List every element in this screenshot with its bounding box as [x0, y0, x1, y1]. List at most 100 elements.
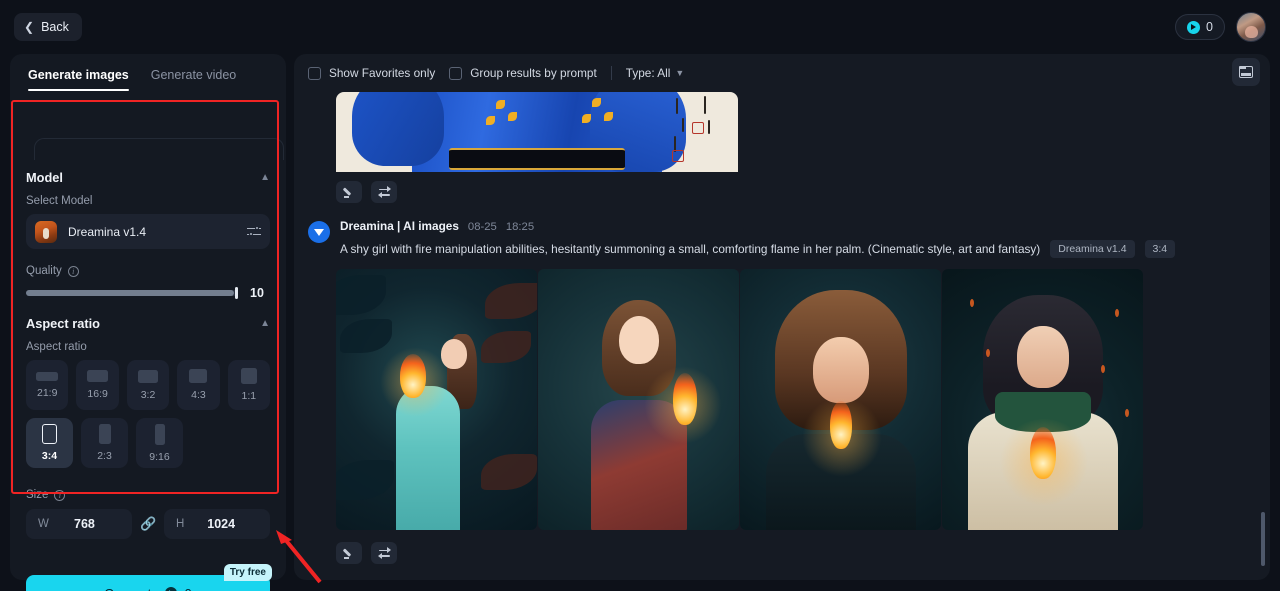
model-section-header[interactable]: Model ▲	[26, 154, 270, 195]
back-button[interactable]: ❮ Back	[14, 13, 82, 41]
result-prompt-text: A shy girl with fire manipulation abilit…	[340, 242, 1041, 256]
aspect-ratio-label: 3:2	[140, 388, 156, 401]
aspect-ratio-glyph	[42, 424, 57, 444]
gallery-view-button[interactable]	[1232, 58, 1260, 86]
previous-result-image[interactable]	[336, 92, 738, 172]
quality-value: 10	[250, 286, 264, 300]
vertical-scrollbar[interactable]	[1261, 512, 1265, 566]
regenerate-button[interactable]	[371, 181, 397, 203]
aspect-ratio-4-3[interactable]: 4:3	[177, 360, 220, 410]
aspect-ratio-16-9[interactable]: 16:9	[76, 360, 119, 410]
aspect-ratio-label: 9:16	[149, 450, 170, 463]
credit-coin-icon	[1187, 20, 1201, 34]
regenerate-button[interactable]	[371, 542, 397, 564]
type-filter-dropdown[interactable]: Type: All ▼	[626, 66, 685, 80]
gallery-icon	[1238, 65, 1253, 78]
aspect-ratio-label: 2:3	[97, 450, 112, 462]
flame	[1030, 427, 1056, 479]
results-scroll-area[interactable]: Dreamina | AI images 08-25 18:25 A shy g…	[294, 92, 1270, 580]
calligraphy-stroke	[676, 98, 678, 114]
aspect-ratio-label: 3:4	[41, 450, 58, 462]
show-favorites-label: Show Favorites only	[329, 66, 436, 80]
link-ratio-icon[interactable]: 🔗	[140, 516, 156, 532]
aspect-ratio-1-1[interactable]: 1:1	[227, 360, 271, 410]
width-value: 768	[74, 517, 95, 531]
generated-image-3[interactable]	[740, 269, 941, 530]
left-panel: Generate images Generate video Model ▲ S…	[10, 54, 286, 591]
regenerate-icon	[377, 186, 391, 198]
info-icon[interactable]: i	[54, 489, 66, 501]
aspect-ratio-glyph	[98, 424, 111, 444]
info-icon[interactable]: i	[67, 265, 79, 277]
aspect-ratio-9-16[interactable]: 9:16	[136, 418, 183, 468]
panel-tabs: Generate images Generate video	[10, 54, 286, 91]
toolbar-divider	[610, 66, 612, 80]
aspect-section-title: Aspect ratio	[26, 316, 100, 331]
height-field[interactable]: H 1024	[164, 509, 270, 539]
ember	[970, 299, 974, 307]
tab-generate-images[interactable]: Generate images	[28, 68, 129, 91]
quality-slider-handle[interactable]	[235, 287, 238, 299]
app-header: ❮ Back 0	[0, 0, 1280, 54]
generated-image-4[interactable]	[942, 269, 1143, 530]
tab-generate-video[interactable]: Generate video	[151, 68, 236, 91]
gold-petal	[496, 100, 505, 109]
foliage-leaf	[485, 283, 537, 319]
aspect-section-header[interactable]: Aspect ratio ▲	[26, 300, 270, 341]
model-section-title: Model	[26, 170, 63, 185]
results-panel: Show Favorites only Group results by pro…	[294, 54, 1270, 580]
result-date: 08-25	[467, 221, 497, 233]
generated-image-1[interactable]	[336, 269, 537, 530]
flame	[400, 354, 426, 398]
aspect-ratio-glyph	[240, 368, 257, 384]
chevron-up-icon: ▲	[260, 317, 270, 329]
credits-count: 0	[1206, 20, 1213, 34]
pencil-icon	[343, 547, 355, 559]
ember	[986, 349, 990, 357]
model-thumbnail	[35, 220, 57, 243]
quality-slider-fill	[26, 290, 234, 296]
group-by-prompt-checkbox[interactable]: Group results by prompt	[449, 66, 597, 80]
aspect-ratio-3-2[interactable]: 3:2	[126, 360, 170, 410]
height-value: 1024	[207, 517, 236, 531]
try-free-badge: Try free	[223, 564, 272, 581]
gold-petal	[604, 112, 613, 121]
aspect-ratio-glyph	[154, 423, 165, 445]
panel-body: Model ▲ Select Model Dreamina v1.4 Quali…	[10, 154, 286, 539]
ember	[1115, 309, 1119, 317]
credit-coin-icon	[165, 587, 178, 591]
aspect-ratio-glyph	[138, 369, 159, 383]
width-field[interactable]: W 768	[26, 509, 132, 539]
checkbox-box	[308, 66, 321, 80]
model-selector[interactable]: Dreamina v1.4	[26, 214, 270, 249]
generate-button[interactable]: Generate 0 Try free	[26, 564, 272, 591]
chevron-up-icon: ▲	[260, 171, 270, 183]
aspect-ratio-label: 1:1	[241, 390, 257, 402]
result-ratio-tag: 3:4	[1144, 240, 1176, 258]
quality-slider[interactable]	[26, 287, 238, 299]
result-meta-block: Dreamina | AI images 08-25 18:25 A shy g…	[340, 219, 1176, 258]
aspect-ratio-2-3[interactable]: 2:3	[81, 418, 128, 468]
generated-image-2[interactable]	[538, 269, 739, 530]
size-label: Size	[26, 489, 49, 501]
foliage-leaf	[340, 319, 392, 353]
back-button-label: Back	[41, 20, 69, 34]
height-key: H	[176, 518, 185, 530]
edit-button[interactable]	[336, 181, 362, 203]
result-image-grid	[336, 269, 1256, 530]
aspect-ratio-3-4[interactable]: 3:4	[26, 418, 73, 468]
credits-pill[interactable]: 0	[1175, 14, 1225, 40]
aspect-ratio-21-9[interactable]: 21:9	[26, 360, 69, 410]
tune-icon[interactable]	[247, 226, 261, 238]
app-root: ❮ Back 0 Generate images Generate video …	[0, 0, 1280, 591]
edit-button[interactable]	[336, 542, 362, 564]
show-favorites-checkbox[interactable]: Show Favorites only	[308, 66, 435, 80]
width-key: W	[38, 518, 49, 530]
avatar[interactable]	[1236, 12, 1266, 42]
calligraphy-stroke	[704, 96, 706, 114]
generate-cost: 0	[184, 586, 191, 591]
previous-result-block: Dreamina | AI images 08-25 18:25 A shy g…	[294, 92, 1270, 564]
quality-label-row: Quality i	[26, 249, 270, 286]
select-model-label: Select Model	[26, 195, 93, 207]
results-toolbar: Show Favorites only Group results by pro…	[294, 54, 1270, 92]
